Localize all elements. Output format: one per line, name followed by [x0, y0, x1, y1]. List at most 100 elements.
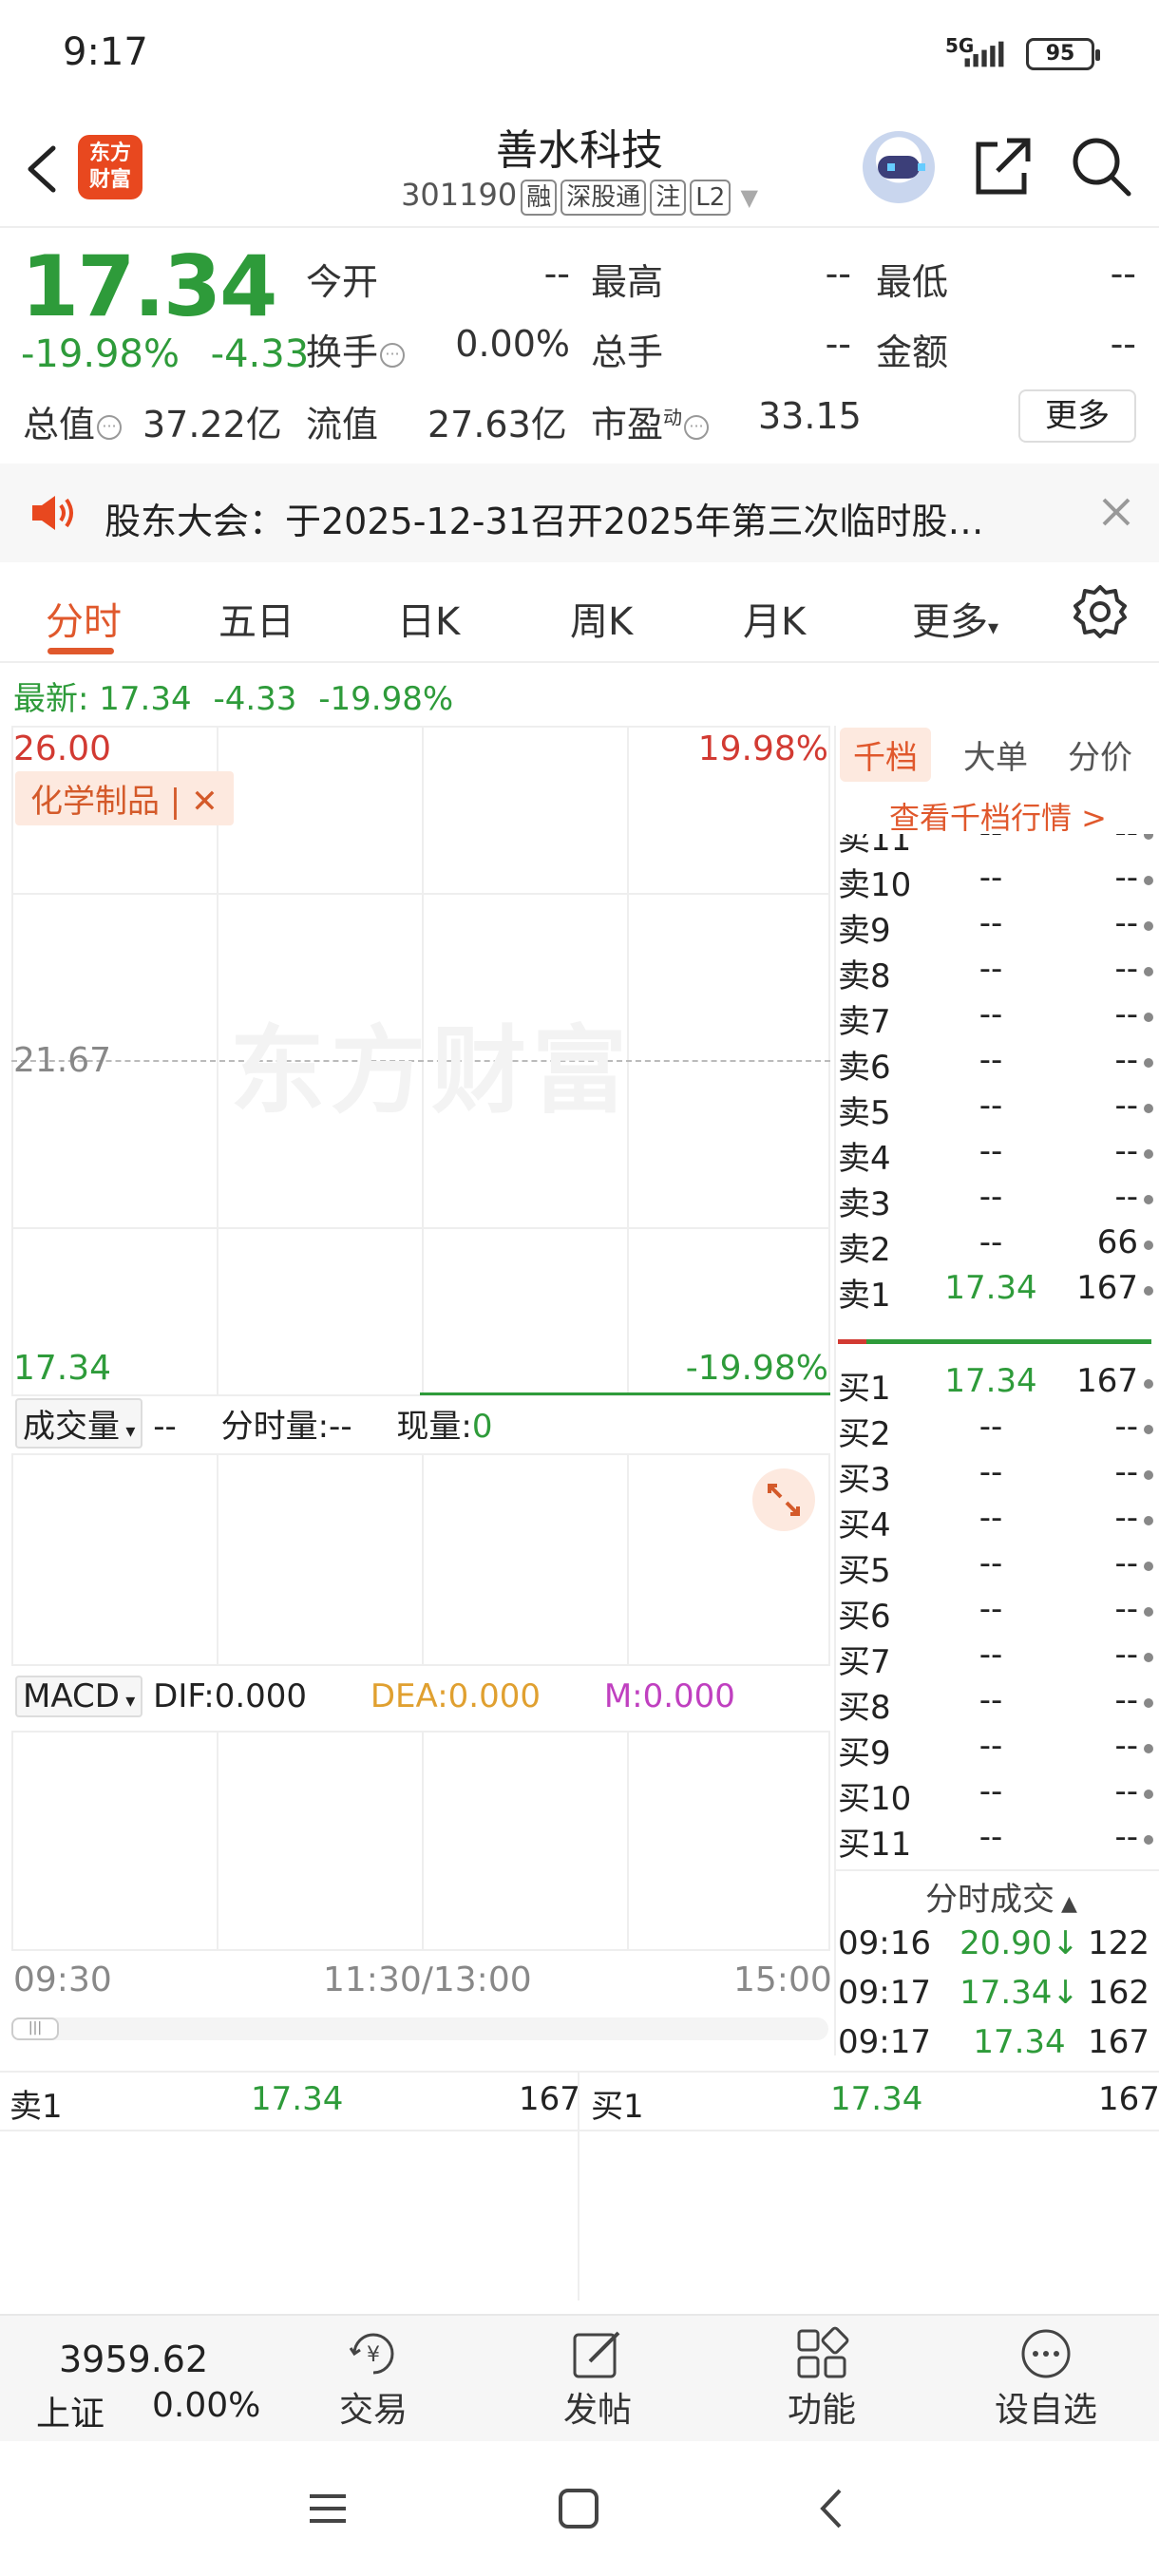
buy-level-row[interactable]: 买9 -- --: [834, 1727, 1153, 1772]
buy-level-row[interactable]: 买10 -- --: [834, 1772, 1153, 1818]
buy-level-row[interactable]: 买11 -- --: [834, 1818, 1153, 1864]
tab-weekly-k[interactable]: 周K: [570, 591, 633, 646]
buy-level-row[interactable]: 买3 -- --: [834, 1453, 1153, 1499]
split-sell-label: 卖1: [10, 2088, 63, 2126]
sell-level-row[interactable]: 卖8 -- --: [834, 950, 1153, 995]
index-value[interactable]: 3959.62: [59, 2339, 208, 2380]
buy-level-row[interactable]: 买8 -- --: [834, 1681, 1153, 1727]
axis-bottom-pct: -19.98%: [685, 1349, 828, 1388]
more-button[interactable]: 更多: [1018, 389, 1136, 443]
sell-level-row[interactable]: 卖4 -- --: [834, 1132, 1153, 1178]
sell-level-row[interactable]: 卖7 -- --: [834, 995, 1153, 1041]
caret-down-icon: ▾: [120, 1419, 136, 1442]
bottom-toolbar: 3959.62 上证 0.00% ¥ 交易 发帖 功能 设自选: [0, 2314, 1159, 2441]
industry-tag[interactable]: 化学制品 | ✕: [15, 771, 234, 825]
buy-level-row[interactable]: 买1 17.34 167: [834, 1362, 1153, 1408]
level-dot-icon: [1144, 1286, 1153, 1296]
tab-monthly-k[interactable]: 月K: [743, 591, 806, 646]
level-dot-icon: [1144, 1104, 1153, 1113]
pe-label[interactable]: 市盈动 ···: [591, 395, 710, 447]
stock-header: 东方 财富 善水科技 301190 融深股通注 L2 ▼: [0, 104, 1159, 228]
battery-icon: 95: [1026, 38, 1100, 70]
nav-add-watchlist[interactable]: 设自选: [975, 2325, 1117, 2432]
buy-level-row[interactable]: 买7 -- --: [834, 1636, 1153, 1681]
expand-icon[interactable]: [752, 1468, 815, 1531]
low-label: 最低: [876, 261, 949, 303]
buy-level-row[interactable]: 买5 -- --: [834, 1544, 1153, 1590]
level-dot-icon: [1144, 1470, 1153, 1480]
tab-price-dist[interactable]: 分价: [1068, 731, 1132, 778]
trade-row: 09:16 20.90↓ 122: [838, 1924, 1150, 1962]
info-icon: ···: [97, 414, 123, 440]
chart-tabs: 分时 五日 日K 周K 月K 更多▾: [0, 566, 1159, 663]
volume-select[interactable]: 成交量 ▾: [15, 1398, 143, 1449]
mktcap-label[interactable]: 总值 ···: [23, 395, 123, 447]
open-value: --: [543, 253, 570, 294]
share-icon[interactable]: [969, 133, 1036, 199]
caret-down-icon: ▾: [988, 616, 999, 640]
status-bar: 9:17 5G 95: [0, 0, 1159, 104]
level-dot-icon: [1144, 1516, 1153, 1525]
tab-depth[interactable]: 千档: [840, 728, 931, 782]
tab-more[interactable]: 更多▾: [912, 591, 998, 646]
depth-link[interactable]: 查看千档行情 >: [889, 794, 1107, 838]
scroll-handle[interactable]: |||: [11, 2017, 59, 2040]
buy-level-row[interactable]: 买2 -- --: [834, 1408, 1153, 1453]
index-name[interactable]: 上证: [36, 2386, 104, 2435]
level-dot-icon: [1144, 1013, 1153, 1022]
tab-intraday[interactable]: 分时: [46, 591, 122, 646]
sell-level-row[interactable]: 卖5 -- --: [834, 1087, 1153, 1132]
tab-daily-k[interactable]: 日K: [397, 591, 460, 646]
speaker-icon: [32, 496, 73, 530]
bottom-quote-panel: 卖1 17.34 167 买1 17.34 167: [0, 2071, 1159, 2301]
price-line: [420, 1392, 830, 1395]
system-back-icon[interactable]: [809, 2485, 857, 2532]
volume-value: --: [825, 323, 851, 365]
sell-level-row[interactable]: 卖1 17.34 167: [834, 1269, 1153, 1315]
chart-scrollbar[interactable]: |||: [11, 2017, 828, 2040]
last-price: 17.34: [21, 237, 277, 335]
buy-level-row[interactable]: 买4 -- --: [834, 1499, 1153, 1544]
notice-banner[interactable]: 股东大会：于2025-12-31召开2025年第三次临时股东...: [0, 464, 1159, 562]
menu-icon[interactable]: [304, 2485, 352, 2532]
sell-level-row[interactable]: 卖2 -- 66: [834, 1223, 1153, 1269]
macd-select[interactable]: MACD ▾: [15, 1676, 143, 1717]
open-label: 今开: [306, 261, 379, 303]
info-icon: ···: [380, 342, 406, 368]
float-value: 27.63亿: [428, 404, 567, 445]
more-dots-icon: [1021, 2329, 1071, 2378]
level-dot-icon: [1144, 1058, 1153, 1068]
buy-level-row[interactable]: 买6 -- --: [834, 1590, 1153, 1636]
sell-level-row[interactable]: 卖9 -- --: [834, 904, 1153, 950]
tab-five-day[interactable]: 五日: [218, 591, 294, 646]
turnover-label[interactable]: 换手 ···: [306, 323, 406, 375]
gear-icon[interactable]: [1072, 583, 1129, 640]
svg-text:¥: ¥: [367, 2343, 380, 2367]
tab-big-orders[interactable]: 大单: [963, 731, 1028, 778]
nav-functions[interactable]: 功能: [750, 2325, 893, 2432]
tab-indicator: [48, 648, 114, 654]
level-dot-icon: [1144, 1241, 1153, 1250]
home-icon[interactable]: [555, 2485, 602, 2532]
trades-title[interactable]: 分时成交 ▲: [925, 1873, 1077, 1920]
tag-margin: 融: [521, 180, 558, 216]
level-dot-icon: [1144, 876, 1153, 885]
axis-top-pct: 19.98%: [697, 729, 828, 768]
nav-post[interactable]: 发帖: [526, 2325, 669, 2432]
pe-value: 33.15: [758, 395, 862, 437]
assistant-avatar-icon[interactable]: [863, 131, 935, 203]
sell-level-row[interactable]: 卖10 -- --: [834, 859, 1153, 904]
close-icon[interactable]: [1092, 488, 1140, 536]
search-icon[interactable]: [1068, 133, 1134, 199]
sell-level-row[interactable]: 卖6 -- --: [834, 1041, 1153, 1087]
split-sell-qty: 167: [519, 2080, 580, 2118]
change-pct: -19.98%: [21, 332, 180, 376]
trade-list: 09:16 20.90↓ 122 09:17 17.34↓ 162 09:17 17.34 16…: [834, 1924, 1159, 2076]
tag-registered: 注: [650, 180, 687, 216]
intraday-chart[interactable]: 东方财富 26.00 19.98% 化学制品 | ✕ 21.67 17.34 -…: [11, 726, 830, 1960]
sell-level-row[interactable]: 卖11----: [834, 834, 1153, 859]
axis-top-price: 26.00: [13, 729, 112, 768]
sell-level-row[interactable]: 卖3 -- --: [834, 1178, 1153, 1223]
level-dot-icon: [1144, 834, 1153, 840]
nav-trade[interactable]: ¥ 交易: [302, 2325, 445, 2432]
